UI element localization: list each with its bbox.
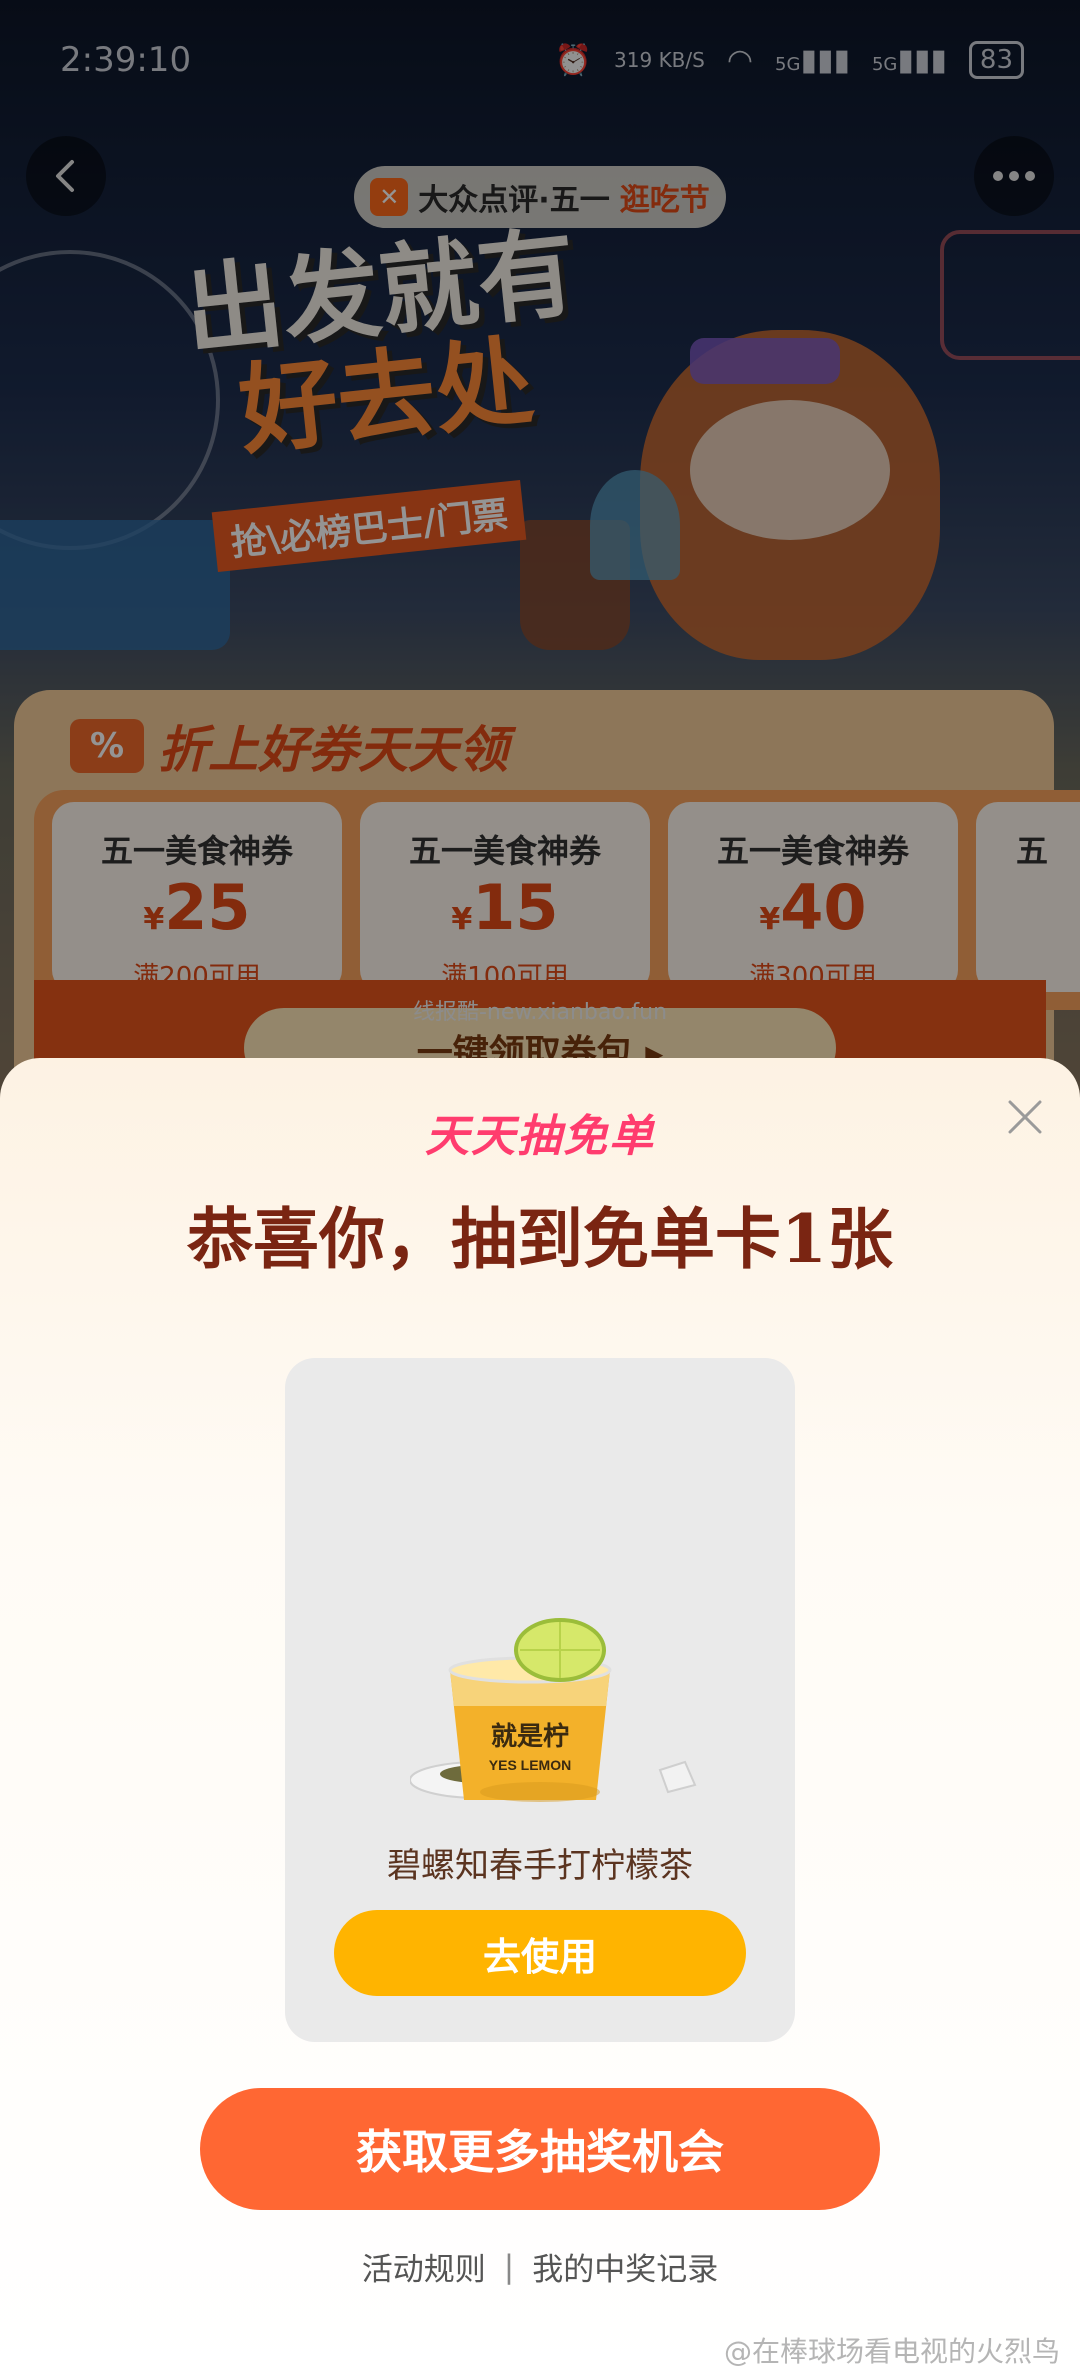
footer-separator: | [503, 2248, 515, 2285]
congrats-title: 恭喜你，抽到免单卡1张 [187, 1200, 893, 1278]
get-more-chances-button[interactable]: 获取更多抽奖机会 [200, 2088, 880, 2210]
rules-link[interactable]: 活动规则 [362, 2244, 486, 2289]
cup-brand-text: 就是柠 [491, 1721, 569, 1751]
lemon-tea-product-image: 就是柠 YES LEMON [410, 1618, 697, 1802]
lottery-logo: 天天抽免单 [425, 1111, 655, 1162]
use-prize-button[interactable]: 去使用 [334, 1910, 746, 1996]
win-records-link[interactable]: 我的中奖记录 [532, 2244, 718, 2289]
cup-brand-en-text: YES LEMON [489, 1757, 571, 1773]
weibo-credit-watermark: @在棒球场看电视的火烈鸟 [723, 2335, 1060, 2368]
footer-links: 活动规则 | 我的中奖记录 [0, 2244, 1080, 2289]
prize-name: 碧螺知春手打柠檬茶 [387, 1846, 693, 1886]
modal-overlay[interactable] [0, 0, 1080, 1100]
